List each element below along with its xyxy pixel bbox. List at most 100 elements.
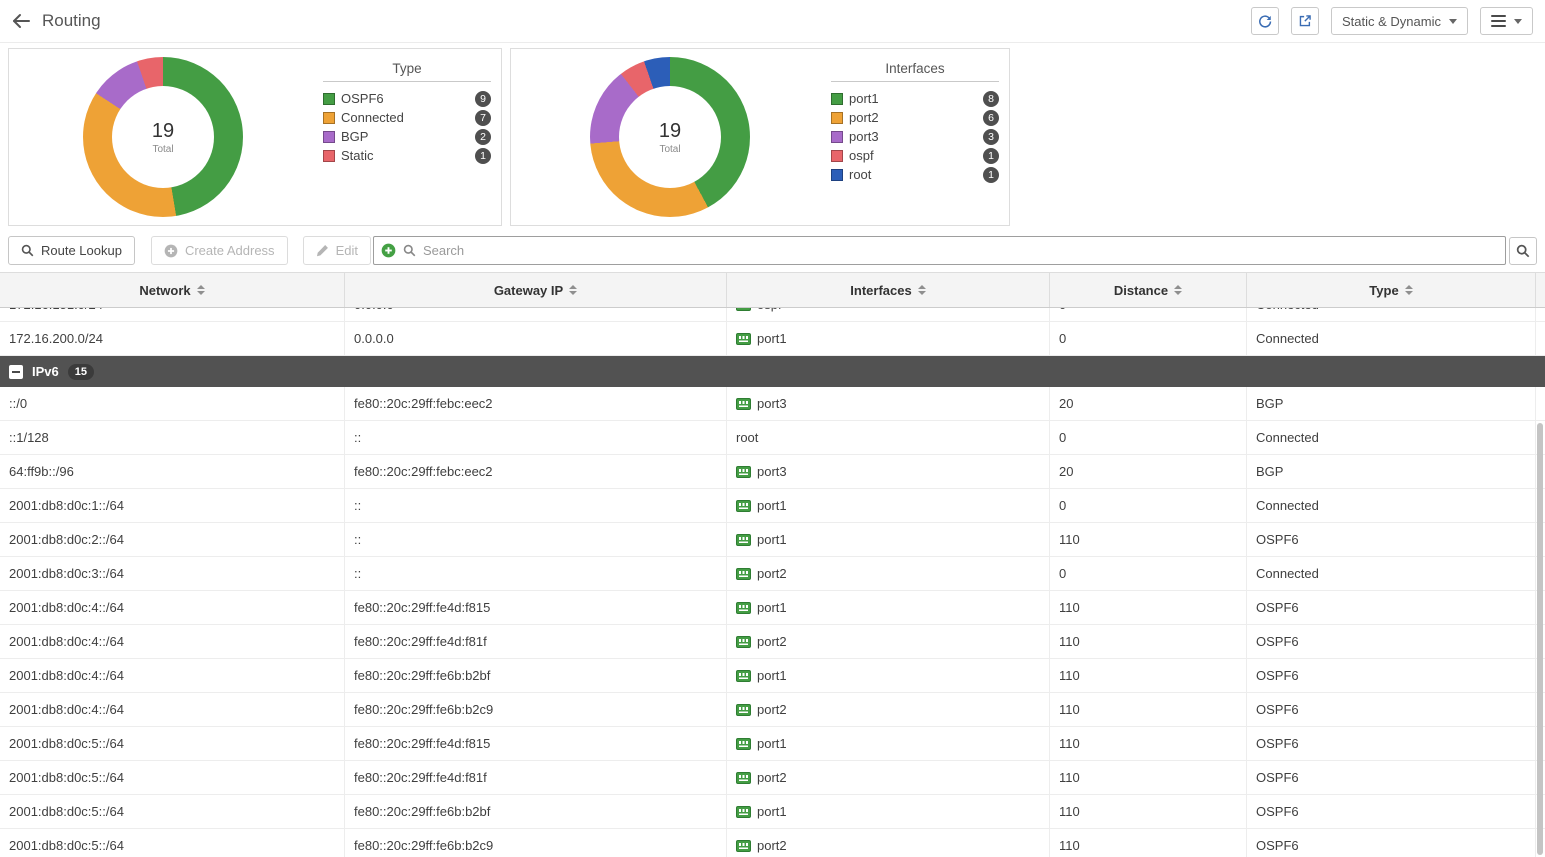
network-cell: 2001:db8:d0c:2::/64 (0, 523, 345, 556)
ipv6-section-header[interactable]: IPv6 15 (0, 356, 1545, 387)
legend-swatch (831, 93, 843, 105)
network-cell: 2001:db8:d0c:1::/64 (0, 489, 345, 522)
type-cell: OSPF6 (1247, 829, 1536, 857)
legend-item[interactable]: Static 1 (323, 146, 491, 165)
interface-cell: port1 (727, 322, 1050, 355)
legend-item[interactable]: BGP 2 (323, 127, 491, 146)
sort-icon (918, 285, 926, 295)
submit-search-button[interactable] (1509, 237, 1537, 265)
table-row[interactable]: 2001:db8:d0c:4::/64 fe80::20c:29ff:fe6b:… (0, 693, 1545, 727)
legend-item[interactable]: OSPF6 9 (323, 89, 491, 108)
column-header[interactable]: Type (1247, 273, 1536, 307)
distance-cell: 110 (1050, 795, 1247, 828)
table-row[interactable]: 172.16.151.0/24 0.0.0.0 ospf 0 Connected (0, 308, 1545, 322)
table-row[interactable]: 2001:db8:d0c:4::/64 fe80::20c:29ff:fe4d:… (0, 591, 1545, 625)
distance-cell: 110 (1050, 591, 1247, 624)
interface-cell: ospf (727, 308, 1050, 321)
table-row[interactable]: 2001:db8:d0c:5::/64 fe80::20c:29ff:fe4d:… (0, 761, 1545, 795)
type-cell: OSPF6 (1247, 591, 1536, 624)
column-header[interactable]: Network (0, 273, 345, 307)
legend-label: port1 (849, 91, 879, 106)
legend-item[interactable]: port3 3 (831, 127, 999, 146)
table-row[interactable]: ::1/128 :: root 0 Connected (0, 421, 1545, 455)
legend-item[interactable]: Connected 7 (323, 108, 491, 127)
search-field (373, 236, 1506, 265)
table-row[interactable]: 2001:db8:d0c:4::/64 fe80::20c:29ff:fe4d:… (0, 625, 1545, 659)
network-cell: 2001:db8:d0c:4::/64 (0, 693, 345, 726)
plus-circle-icon (164, 244, 178, 258)
table-row[interactable]: 2001:db8:d0c:1::/64 :: port1 0 Connected (0, 489, 1545, 523)
menu-dropdown[interactable] (1480, 7, 1533, 35)
type-cell: OSPF6 (1247, 625, 1536, 658)
table-row[interactable]: 2001:db8:d0c:4::/64 fe80::20c:29ff:fe6b:… (0, 659, 1545, 693)
route-filter-label: Static & Dynamic (1342, 14, 1441, 29)
gateway-cell: fe80::20c:29ff:fe6b:b2c9 (345, 829, 727, 857)
interface-label: root (736, 430, 758, 445)
interface-cell: port1 (727, 659, 1050, 692)
create-address-label: Create Address (185, 243, 275, 258)
column-header[interactable]: Gateway IP (345, 273, 727, 307)
count-badge: 9 (475, 91, 491, 107)
type-cell: OSPF6 (1247, 523, 1536, 556)
interface-cell: port2 (727, 761, 1050, 794)
add-filter-icon[interactable] (381, 243, 396, 258)
search-icon (403, 244, 416, 257)
route-filter-dropdown[interactable]: Static & Dynamic (1331, 7, 1468, 35)
table-row[interactable]: ::/0 fe80::20c:29ff:febc:eec2 port3 20 B… (0, 387, 1545, 421)
distance-cell: 0 (1050, 557, 1247, 590)
interface-label: port1 (757, 600, 787, 615)
type-cell: Connected (1247, 322, 1536, 355)
interface-cell: port1 (727, 727, 1050, 760)
table-row[interactable]: 2001:db8:d0c:5::/64 fe80::20c:29ff:fe4d:… (0, 727, 1545, 761)
gateway-cell: fe80::20c:29ff:fe6b:b2c9 (345, 693, 727, 726)
popout-button[interactable] (1291, 7, 1319, 35)
edit-button[interactable]: Edit (303, 236, 371, 265)
network-cell: 2001:db8:d0c:5::/64 (0, 795, 345, 828)
chevron-down-icon (1514, 19, 1522, 24)
legend-label: root (849, 167, 871, 182)
interfaces-chart-panel: 19 Total Interfaces port1 8 port2 (510, 48, 1010, 226)
distance-cell: 110 (1050, 761, 1247, 794)
page-title: Routing (42, 11, 101, 31)
column-header[interactable]: Interfaces (727, 273, 1050, 307)
distance-cell: 110 (1050, 523, 1247, 556)
refresh-button[interactable] (1251, 7, 1279, 35)
vertical-scrollbar[interactable] (1537, 423, 1543, 855)
distance-cell: 110 (1050, 659, 1247, 692)
legend-item[interactable]: root 1 (831, 165, 999, 184)
network-cell: 2001:db8:d0c:5::/64 (0, 727, 345, 760)
table-row[interactable]: 172.16.200.0/24 0.0.0.0 port1 0 Connecte… (0, 322, 1545, 356)
collapse-minus-icon[interactable] (9, 365, 23, 379)
table-row[interactable]: 2001:db8:d0c:2::/64 :: port1 110 OSPF6 (0, 523, 1545, 557)
route-lookup-label: Route Lookup (41, 243, 122, 258)
donut-total: 19 (152, 120, 174, 143)
legend-item[interactable]: port2 6 (831, 108, 999, 127)
table-row[interactable]: 2001:db8:d0c:3::/64 :: port2 0 Connected (0, 557, 1545, 591)
legend-item[interactable]: ospf 1 (831, 146, 999, 165)
search-input[interactable] (423, 243, 1498, 258)
network-cell: 2001:db8:d0c:4::/64 (0, 625, 345, 658)
legend-label: OSPF6 (341, 91, 384, 106)
top-navbar: Routing Static & Dynamic (0, 0, 1545, 43)
create-address-button[interactable]: Create Address (151, 236, 288, 265)
table-row[interactable]: 64:ff9b::/96 fe80::20c:29ff:febc:eec2 po… (0, 455, 1545, 489)
distance-cell: 110 (1050, 727, 1247, 760)
interface-icon (736, 534, 751, 546)
table-row[interactable]: 2001:db8:d0c:5::/64 fe80::20c:29ff:fe6b:… (0, 795, 1545, 829)
type-cell: OSPF6 (1247, 693, 1536, 726)
interface-icon (736, 772, 751, 784)
interface-icon (736, 704, 751, 716)
toolbar: Route Lookup Create Address Edit (0, 231, 1545, 272)
network-cell: 64:ff9b::/96 (0, 455, 345, 488)
table-row[interactable]: 2001:db8:d0c:5::/64 fe80::20c:29ff:fe6b:… (0, 829, 1545, 857)
route-lookup-button[interactable]: Route Lookup (8, 236, 135, 265)
network-cell: ::/0 (0, 387, 345, 420)
column-header[interactable]: Distance (1050, 273, 1247, 307)
legend-item[interactable]: port1 8 (831, 89, 999, 108)
back-arrow-icon[interactable] (12, 13, 30, 29)
routing-table: Network Gateway IP Interfaces Distance T… (0, 272, 1545, 857)
column-label: Network (139, 283, 190, 298)
gateway-cell: :: (345, 489, 727, 522)
sort-icon (1405, 285, 1413, 295)
distance-cell: 0 (1050, 421, 1247, 454)
